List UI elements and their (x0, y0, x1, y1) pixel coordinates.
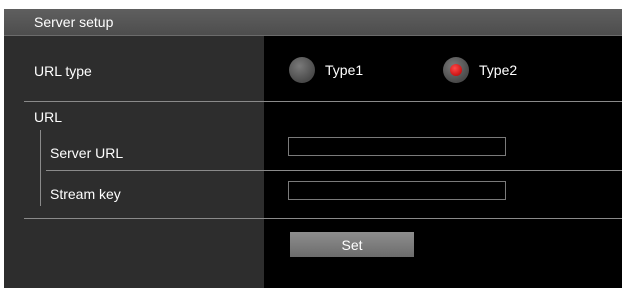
radio-type1-button[interactable] (289, 57, 315, 83)
url-type-label: URL type (34, 63, 92, 79)
divider-url (24, 218, 622, 219)
server-setup-panel: Server setup URL type Type1 Type2 URL Se… (4, 9, 622, 288)
section-title: Server setup (34, 14, 114, 30)
divider-server-url (46, 170, 622, 171)
url-group-bracket (40, 130, 41, 206)
stream-key-label: Stream key (50, 186, 121, 202)
stream-key-input[interactable] (288, 181, 506, 200)
set-button[interactable]: Set (290, 232, 414, 257)
section-header: Server setup (4, 9, 622, 36)
radio-type2-button[interactable] (443, 57, 469, 83)
server-url-input[interactable] (288, 137, 506, 156)
radio-type1[interactable]: Type1 (289, 57, 363, 83)
radio-type2[interactable]: Type2 (443, 57, 517, 83)
server-url-label: Server URL (50, 145, 124, 161)
url-label: URL (34, 109, 63, 125)
divider-url-type (24, 101, 622, 102)
radio-type2-label: Type2 (479, 62, 518, 78)
radio-type1-label: Type1 (325, 62, 364, 78)
